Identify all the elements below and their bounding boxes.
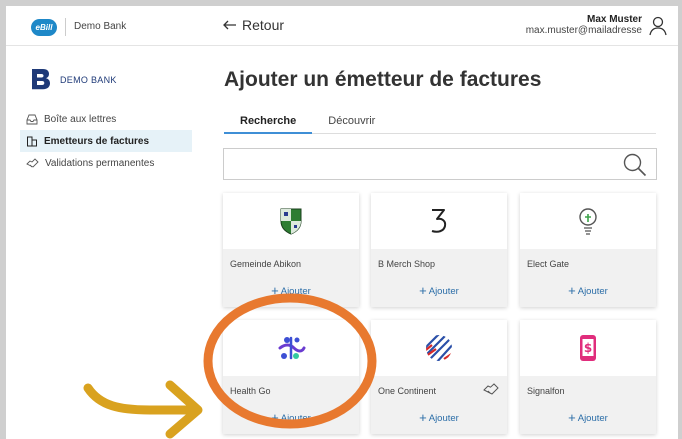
add-label: Ajouter: [577, 286, 608, 297]
user-name: Max Muster: [586, 14, 642, 25]
add-biller-button[interactable]: + Ajouter: [520, 283, 656, 298]
top-bar: eBill Demo Bank Retour Max Muster max.mu…: [6, 6, 678, 46]
sidebar-item-label: Validations permanentes: [45, 157, 155, 169]
page-title: Ajouter un émetteur de factures: [224, 68, 542, 91]
tab-search[interactable]: Recherche: [224, 110, 313, 134]
biller-card-footer: Gemeinde Abikon + Ajouter: [223, 249, 359, 307]
plus-icon: +: [271, 283, 279, 298]
bank-name-label: Demo Bank: [65, 18, 126, 36]
biller-card-footer: Health Go + Ajouter: [223, 376, 359, 434]
user-info[interactable]: Max Muster max.muster@mailadresse: [526, 14, 642, 36]
plus-icon: +: [568, 283, 576, 298]
plus-icon: +: [419, 410, 427, 425]
arrow-left-icon: [223, 17, 237, 33]
demo-bank-logo: DEMO BANK: [30, 68, 117, 92]
biller-card[interactable]: Gemeinde Abikon + Ajouter: [223, 193, 359, 307]
add-label: Ajouter: [428, 286, 459, 297]
sidebar-nav: Boîte aux lettres Emetteurs de factures …: [20, 108, 192, 174]
back-button[interactable]: Retour: [223, 17, 284, 33]
handshake-icon: [26, 158, 39, 168]
globe-logo: [371, 320, 507, 376]
tab-discover[interactable]: Découvrir: [312, 110, 391, 134]
add-label: Ajouter: [577, 413, 608, 424]
logo-text: DEMO BANK: [60, 75, 117, 85]
sidebar-item-permanent-validations[interactable]: Validations permanentes: [20, 152, 192, 174]
biller-card-footer: One Continent + Ajouter: [371, 376, 507, 434]
biller-name: B Merch Shop: [378, 259, 436, 269]
add-label: Ajouter: [280, 286, 311, 297]
demo-bank-icon: [32, 69, 50, 90]
add-biller-button[interactable]: + Ajouter: [223, 410, 359, 425]
biller-name: Signalfon: [527, 386, 565, 396]
back-label: Retour: [242, 17, 285, 33]
svg-text:$: $: [584, 341, 592, 355]
b-merch-logo: [371, 193, 507, 249]
add-biller-button[interactable]: + Ajouter: [371, 283, 507, 298]
sidebar-item-billers[interactable]: Emetteurs de factures: [20, 130, 192, 152]
add-label: Ajouter: [428, 413, 459, 424]
biller-card[interactable]: Elect Gate + Ajouter: [520, 193, 656, 307]
search-input[interactable]: [223, 148, 657, 180]
biller-name: One Continent: [378, 386, 437, 396]
add-label: Ajouter: [280, 413, 311, 424]
ebill-logo: eBill: [31, 19, 57, 36]
health-go-logo: [223, 320, 359, 376]
add-biller-button[interactable]: + Ajouter: [520, 410, 656, 425]
lightbulb-logo: [520, 193, 656, 249]
biller-card-footer: B Merch Shop + Ajouter: [371, 249, 507, 307]
biller-name: Gemeinde Abikon: [230, 259, 302, 269]
plus-icon: +: [271, 410, 279, 425]
building-icon: [27, 136, 37, 147]
phone-dollar-logo: $: [520, 320, 656, 376]
biller-name: Elect Gate: [527, 259, 570, 269]
biller-card[interactable]: $ Signalfon + Ajouter: [520, 320, 656, 434]
inbox-icon: [26, 114, 38, 125]
biller-card-footer: Elect Gate + Ajouter: [520, 249, 656, 307]
coat-of-arms-logo: [223, 193, 359, 249]
search-icon[interactable]: [622, 152, 648, 183]
biller-card[interactable]: B Merch Shop + Ajouter: [371, 193, 507, 307]
add-biller-button[interactable]: + Ajouter: [371, 410, 507, 425]
add-biller-button[interactable]: + Ajouter: [223, 283, 359, 298]
handshake-icon: [483, 382, 499, 401]
user-email: max.muster@mailadresse: [525, 25, 642, 36]
plus-icon: +: [568, 410, 576, 425]
biller-card[interactable]: One Continent + Ajouter: [371, 320, 507, 434]
biller-name: Health Go: [230, 386, 271, 396]
biller-card[interactable]: Health Go + Ajouter: [223, 320, 359, 434]
plus-icon: +: [419, 283, 427, 298]
sidebar-item-label: Emetteurs de factures: [44, 135, 150, 147]
sidebar-item-mailbox[interactable]: Boîte aux lettres: [20, 108, 192, 130]
sidebar-item-label: Boîte aux lettres: [44, 113, 117, 125]
user-icon[interactable]: [648, 16, 668, 36]
biller-card-footer: Signalfon + Ajouter: [520, 376, 656, 434]
tab-bar: Recherche Découvrir: [224, 110, 656, 134]
